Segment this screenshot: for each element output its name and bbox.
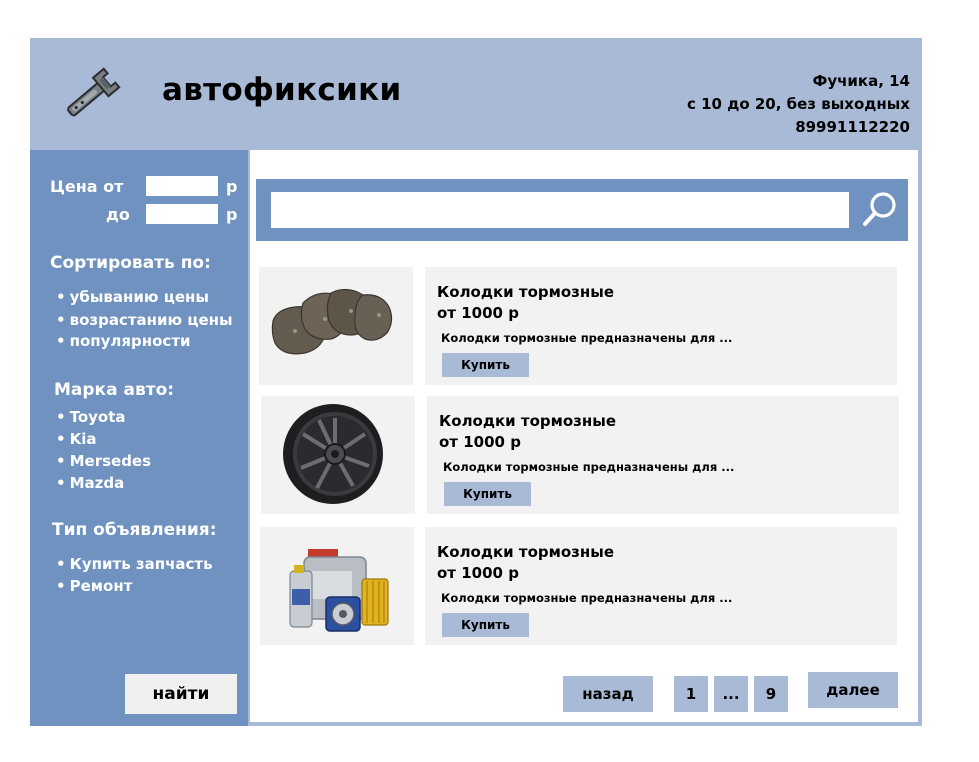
search-icon[interactable]	[860, 189, 900, 229]
oil-and-filters-image	[260, 527, 414, 645]
product-price: от 1000 р	[439, 433, 521, 451]
product-description: Колодки тормозные предназначены для ...	[443, 460, 735, 474]
search-input[interactable]	[271, 192, 849, 228]
product-card: Колодки тормозные от 1000 р Колодки торм…	[427, 396, 899, 514]
type-option-buy-part[interactable]: Купить запчасть	[56, 555, 213, 573]
product-title-block: Колодки тормозные от 1000 р	[437, 282, 614, 324]
pagination-ellipsis: ...	[714, 676, 748, 712]
pagination-page-9[interactable]: 9	[754, 676, 788, 712]
sort-option-price-desc[interactable]: убыванию цены	[56, 288, 209, 306]
header: автофиксики Фучика, 14 с 10 до 20, без в…	[30, 38, 922, 148]
price-from-currency: р	[226, 177, 238, 196]
price-to-input[interactable]	[146, 204, 218, 224]
sort-title: Сортировать по:	[50, 253, 211, 273]
pagination-back-button[interactable]: назад	[563, 676, 653, 712]
product-card: Колодки тормозные от 1000 р Колодки торм…	[425, 527, 897, 645]
product-title: Колодки тормозные	[437, 543, 615, 561]
price-to-label: до	[106, 205, 130, 224]
filters-sidebar: Цена от р до р Сортировать по: убыванию …	[30, 150, 248, 726]
product-title: Колодки тормозные	[437, 283, 615, 301]
working-hours: с 10 до 20, без выходных	[687, 95, 910, 113]
price-to-currency: р	[226, 205, 238, 224]
product-title-block: Колодки тормозные от 1000 р	[439, 411, 616, 453]
search-bar	[256, 179, 908, 241]
contacts: Фучика, 14 с 10 до 20, без выходных 8999…	[687, 70, 910, 139]
brand-option-kia[interactable]: Kia	[56, 430, 97, 448]
pagination-next-button[interactable]: далее	[808, 672, 898, 708]
product-description: Колодки тормозные предназначены для ...	[441, 331, 733, 345]
product-title: Колодки тормозные	[439, 412, 617, 430]
brand-title: автофиксики	[162, 72, 402, 108]
brand-option-mersedes[interactable]: Mersedes	[56, 452, 151, 470]
brake-pads-image	[259, 267, 413, 385]
wrench-icon	[67, 67, 121, 117]
price-from-label: Цена от	[50, 177, 124, 196]
type-option-repair[interactable]: Ремонт	[56, 577, 133, 595]
buy-button[interactable]: Купить	[444, 482, 531, 506]
app-frame: автофиксики Фучика, 14 с 10 до 20, без в…	[30, 38, 922, 726]
product-card: Колодки тормозные от 1000 р Колодки торм…	[425, 267, 897, 385]
buy-button[interactable]: Купить	[442, 353, 529, 377]
price-from-input[interactable]	[146, 176, 218, 196]
brand-title: Марка авто:	[54, 380, 175, 400]
buy-button[interactable]: Купить	[442, 613, 529, 637]
wheel-rim-image	[261, 396, 415, 514]
listing-type-title: Тип объявления:	[52, 520, 217, 540]
product-description: Колодки тормозные предназначены для ...	[441, 591, 733, 605]
brand-option-mazda[interactable]: Mazda	[56, 474, 125, 492]
sort-option-price-asc[interactable]: возрастанию цены	[56, 311, 233, 329]
product-price: от 1000 р	[437, 564, 519, 582]
main-content: Колодки тормозные от 1000 р Колодки торм…	[250, 150, 918, 722]
product-title-block: Колодки тормозные от 1000 р	[437, 542, 614, 584]
address: Фучика, 14	[812, 72, 910, 90]
phone-number: 89991112220	[795, 118, 910, 136]
pagination-page-1[interactable]: 1	[674, 676, 708, 712]
find-button[interactable]: найти	[125, 674, 237, 714]
brand-option-toyota[interactable]: Toyota	[56, 408, 126, 426]
sort-option-popularity[interactable]: популярности	[56, 332, 191, 350]
product-price: от 1000 р	[437, 304, 519, 322]
